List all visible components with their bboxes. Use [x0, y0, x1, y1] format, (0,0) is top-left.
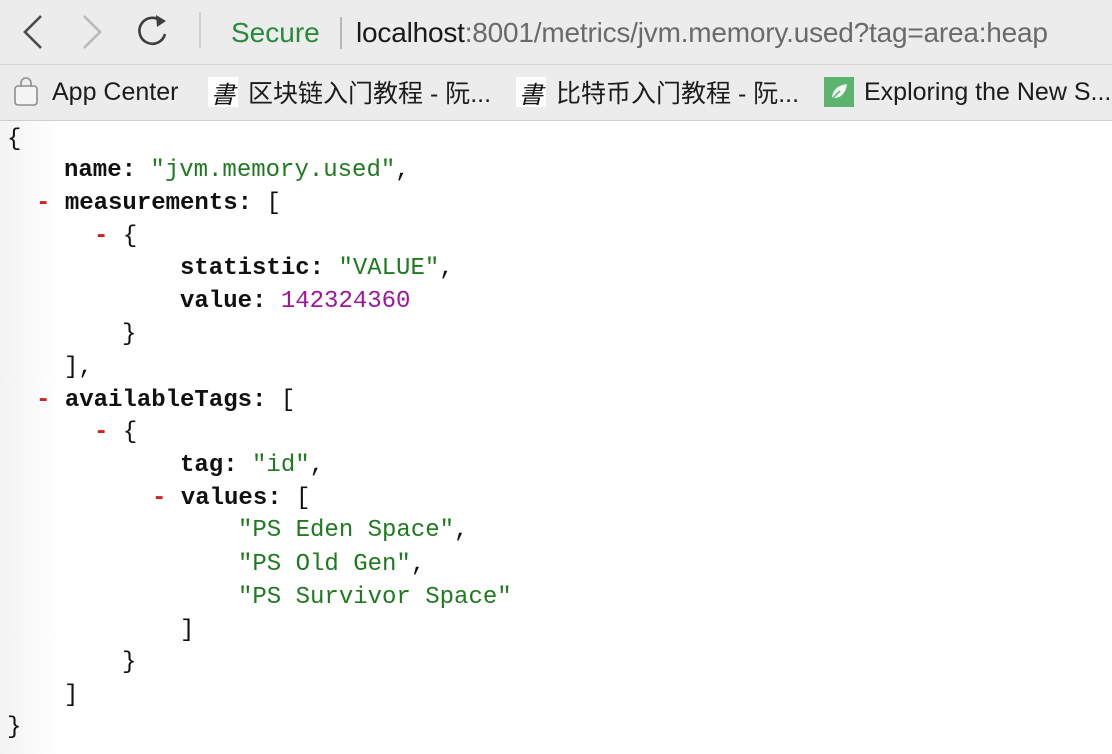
browser-toolbar: Secure localhost:8001/metrics/jvm.memory… [0, 0, 1112, 65]
bookmarks-bar: App Center 書 区块链入门教程 - 阮... 書 比特币入门教程 - … [0, 65, 1112, 121]
bookmark-label: App Center [52, 77, 179, 106]
json-line-name: name: "jvm.memory.used", [64, 155, 410, 187]
json-line-statistic: statistic: "VALUE", [180, 253, 454, 285]
json-line-value: value: 142324360 [180, 286, 410, 318]
collapse-toggle-tag-0[interactable]: - [94, 419, 108, 446]
json-line-values-item: "PS Old Gen", [238, 549, 425, 581]
forward-button[interactable] [72, 10, 112, 54]
leaf-icon [824, 77, 854, 107]
json-key-availabletags: availableTags: [64, 387, 267, 414]
json-line-measurements-close: ], [64, 352, 93, 384]
open-brace: { [122, 419, 138, 446]
json-value-tag: "id" [252, 452, 310, 479]
security-indicator[interactable]: Secure [231, 15, 320, 51]
comma: , [78, 354, 93, 381]
json-line-tag-open: - { [94, 417, 137, 449]
open-bracket: [ [296, 485, 311, 512]
bookmark-label: 区块链入门教程 - 阮... [248, 80, 492, 108]
reload-button[interactable] [132, 10, 172, 54]
json-value-name: "jvm.memory.used" [150, 157, 396, 184]
collapse-toggle-measurements[interactable]: - [36, 190, 50, 217]
comma: , [309, 452, 325, 479]
url-divider [340, 17, 342, 49]
chevron-left-icon [23, 15, 42, 49]
chevron-right-icon [83, 15, 102, 49]
json-viewer: { name: "jvm.memory.used", - measurement… [0, 121, 1112, 754]
json-value-item: "PS Survivor Space" [238, 584, 512, 611]
json-key-values: values: [180, 485, 282, 512]
json-line-values-item: "PS Survivor Space" [238, 582, 512, 614]
close-brace: } [7, 714, 22, 741]
collapse-toggle-values[interactable]: - [152, 485, 166, 512]
json-key-tag: tag: [180, 452, 238, 479]
json-key-statistic: statistic: [180, 255, 325, 282]
url-path: :8001/metrics/jvm.memory.used?tag=area:h… [464, 17, 1048, 48]
json-line-availabletags: - availableTags: [ [36, 385, 295, 417]
back-button[interactable] [13, 10, 53, 54]
close-bracket: ] [64, 354, 79, 381]
close-brace: } [122, 321, 137, 348]
reload-icon [138, 15, 167, 46]
calligraphy-shu-icon: 書 [516, 77, 546, 109]
bookmark-bitcoin-tutorial[interactable]: 書 比特币入门教程 - 阮... [516, 75, 799, 109]
bookmark-app-center[interactable]: App Center [12, 75, 178, 109]
close-bracket: ] [180, 617, 195, 644]
comma: , [439, 255, 454, 282]
json-line-tag: tag: "id", [180, 450, 324, 482]
close-brace: } [122, 649, 137, 676]
json-value-statistic: "VALUE" [338, 255, 440, 282]
shopping-bag-icon [12, 77, 40, 107]
calligraphy-shu-icon: 書 [208, 77, 238, 109]
json-line-values-item: "PS Eden Space", [238, 515, 468, 547]
json-value-item: "PS Eden Space" [238, 517, 455, 544]
bookmark-label: 比特币入门教程 - 阮... [556, 80, 800, 108]
json-root-close: } [7, 712, 21, 744]
open-brace: { [122, 223, 138, 250]
collapse-toggle-availabletags[interactable]: - [36, 387, 50, 414]
json-line-tag-close: } [122, 647, 136, 679]
comma: , [410, 551, 426, 578]
json-line-measurements: - measurements: [ [36, 188, 281, 220]
open-bracket: [ [266, 190, 281, 217]
address-bar[interactable]: localhost:8001/metrics/jvm.memory.used?t… [356, 15, 1048, 51]
toolbar-divider [199, 12, 201, 48]
bookmark-label: Exploring the New S... [864, 77, 1112, 106]
comma: , [454, 517, 469, 544]
json-key-value: value: [180, 288, 267, 315]
json-value-item: "PS Old Gen" [238, 551, 411, 578]
json-value-value: 142324360 [280, 288, 411, 315]
collapse-toggle-measurement-0[interactable]: - [94, 223, 108, 250]
close-bracket: ] [64, 682, 79, 709]
json-line-values: - values: [ [152, 483, 310, 515]
json-key-measurements: measurements: [64, 190, 253, 217]
open-bracket: [ [280, 387, 296, 414]
json-line-availabletags-close: ] [64, 680, 78, 712]
json-line-measurement-open: - { [94, 221, 137, 253]
json-line-values-close: ] [180, 615, 194, 647]
open-brace: { [7, 126, 22, 153]
json-key-name: name: [64, 157, 137, 184]
bookmark-exploring-new[interactable]: Exploring the New S... [824, 75, 1111, 109]
comma: , [395, 157, 410, 184]
json-line-measurement-close: } [122, 319, 136, 351]
bookmark-blockchain-tutorial[interactable]: 書 区块链入门教程 - 阮... [208, 75, 491, 109]
json-root-open: { [7, 124, 21, 156]
url-host: localhost [356, 17, 465, 48]
